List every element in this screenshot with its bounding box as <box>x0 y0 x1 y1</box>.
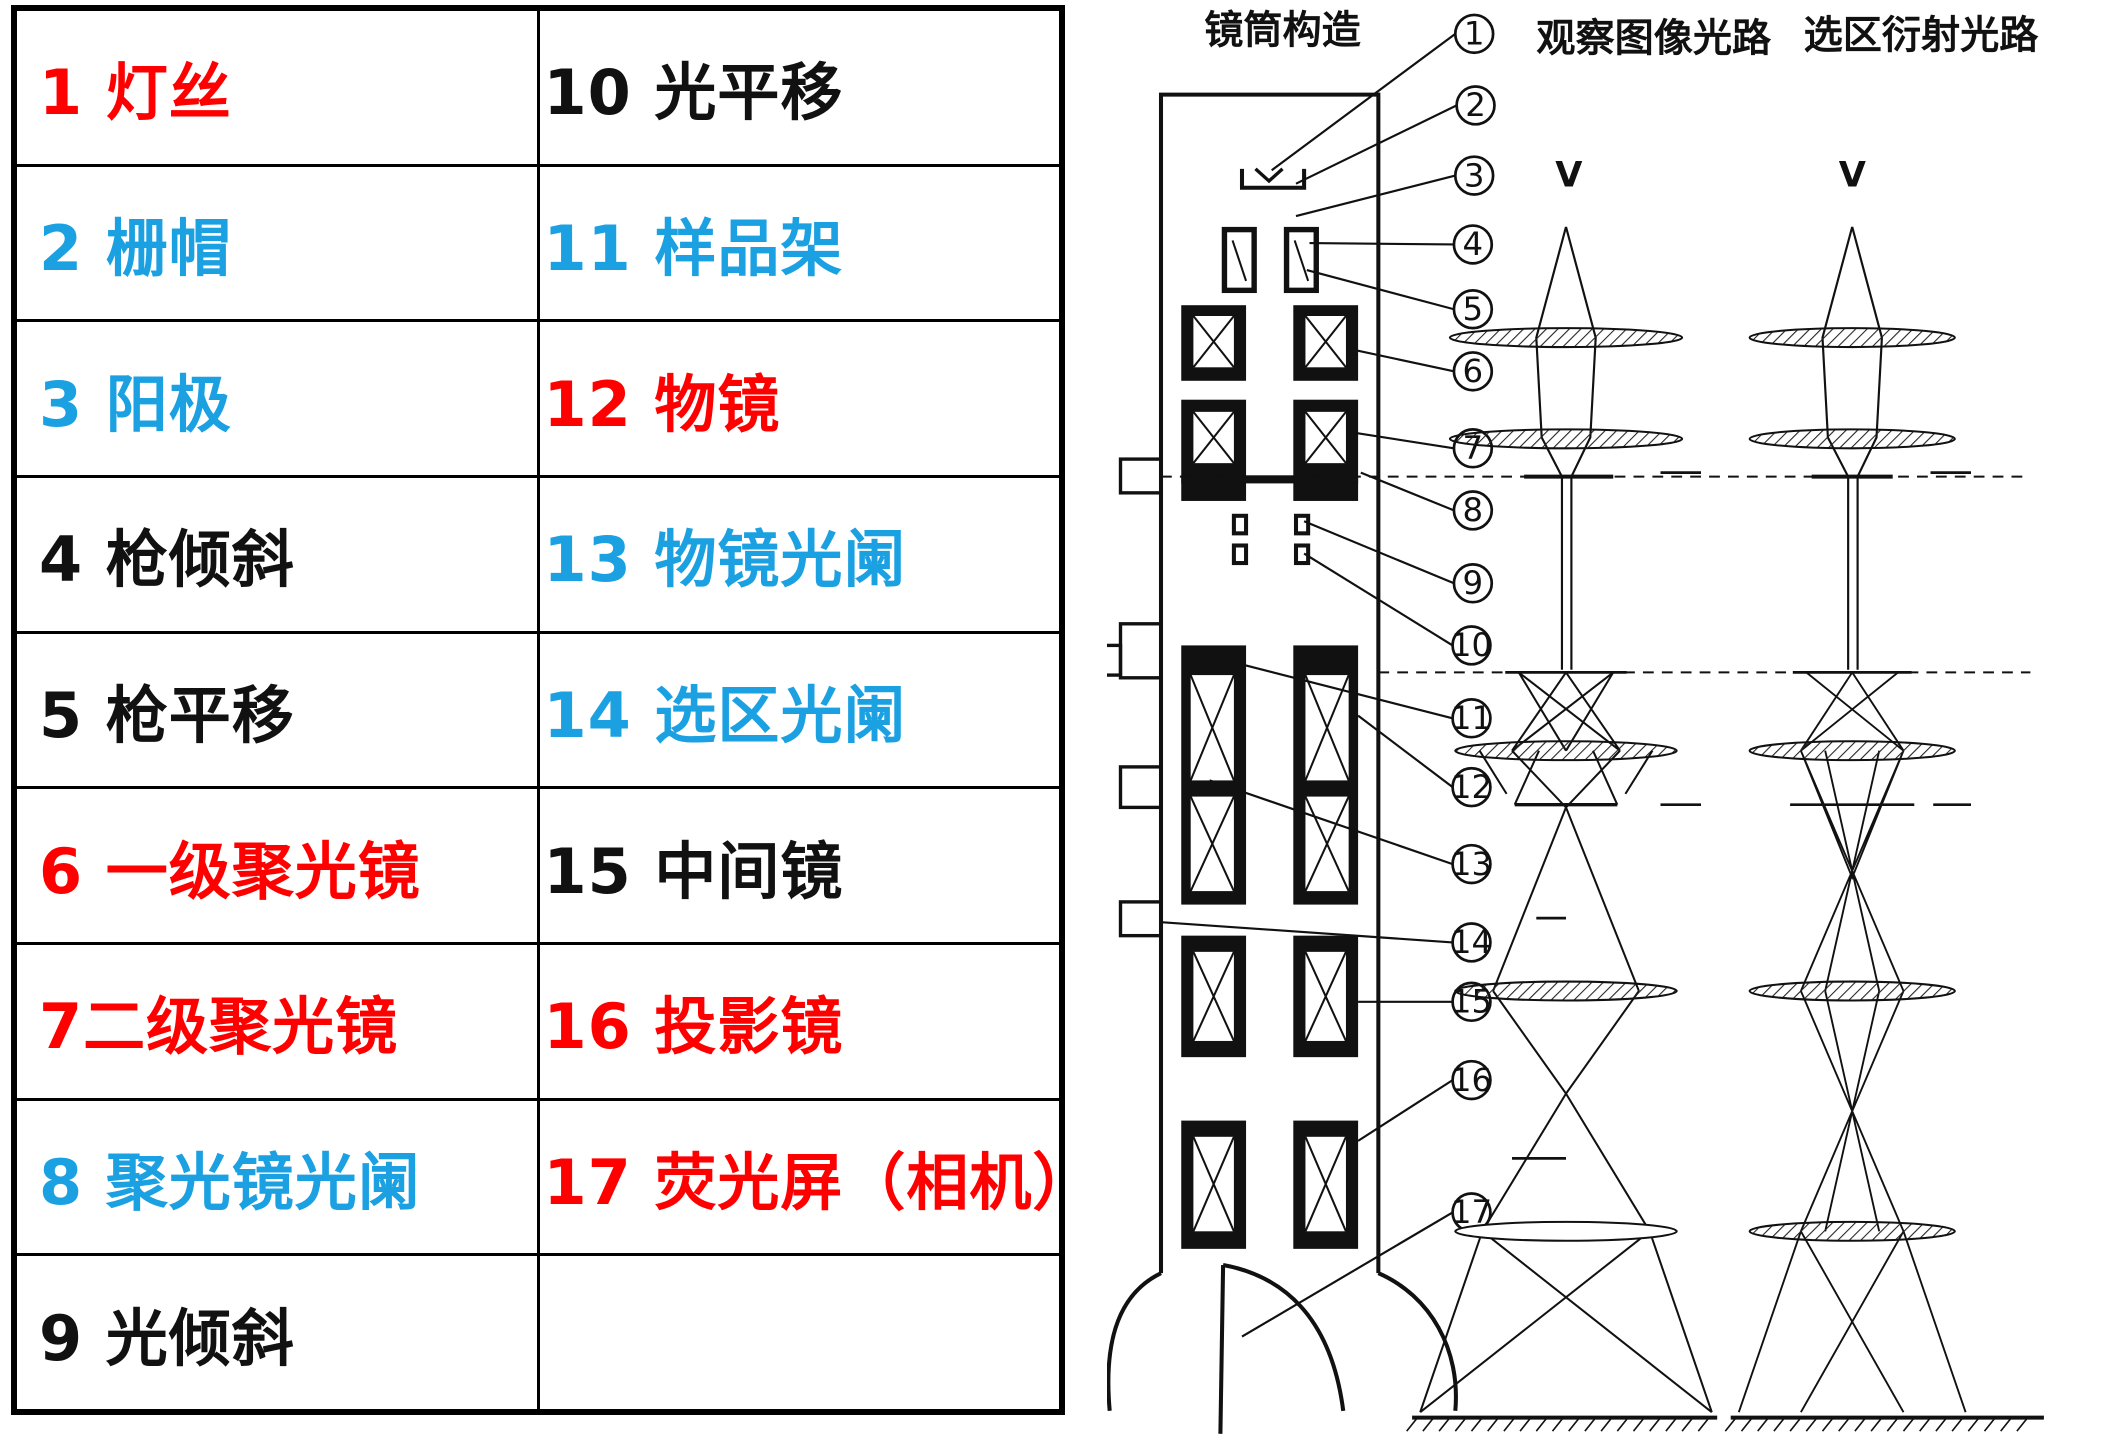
legend-row: 8 聚光镜光阑 17 荧光屏（相机） <box>12 1097 1064 1257</box>
legend-item-8: 8 聚光镜光阑 <box>12 1097 540 1257</box>
page: 1 灯丝 10 光平移 2 栅帽 11 样品架 3 阳极 12 物镜 4 枪倾斜… <box>0 0 2106 1442</box>
callout-number: 5 <box>1463 290 1484 328</box>
legend-item-7: 7二级聚光镜 <box>12 941 540 1101</box>
legend-item-1: 1 灯丝 <box>12 6 540 167</box>
legend-row: 4 枪倾斜 13 物镜光阑 <box>12 474 1064 634</box>
header-diffraction-path: 选区衍射光路 <box>1804 13 2040 59</box>
callout-number: 16 <box>1451 1061 1492 1099</box>
callout-leader-line <box>1360 471 1455 512</box>
legend-row: 3 阳极 12 物镜 <box>12 319 1064 478</box>
callout-number: 4 <box>1463 225 1484 263</box>
legend-item-13: 13 物镜光阑 <box>536 474 1064 634</box>
callout-number: 1 <box>1464 15 1485 53</box>
legend-item-17: 17 荧光屏（相机） <box>536 1097 1064 1257</box>
callout-leader-line <box>1357 714 1454 789</box>
legend-row: 7二级聚光镜 16 投影镜 <box>12 941 1064 1101</box>
callout-number: 12 <box>1451 768 1492 806</box>
gun-label: V <box>1555 154 1582 195</box>
tem-column-diagram: 镜筒构造 观察图像光路 选区衍射光路 123456789101112131415… <box>1107 7 2044 1434</box>
legend-item-6: 6 一级聚光镜 <box>12 786 540 945</box>
legend-item-10: 10 光平移 <box>536 6 1064 167</box>
callout-number: 8 <box>1463 491 1484 529</box>
legend-item-15: 15 中间镜 <box>536 786 1064 945</box>
callout-leader-line <box>1357 1079 1454 1142</box>
callout-leader-line <box>1347 347 1455 373</box>
callout-leader-line <box>1295 104 1458 185</box>
legend-item-3: 3 阳极 <box>12 319 540 478</box>
legend-item-11: 11 样品架 <box>536 163 1064 323</box>
callout-number: 10 <box>1451 626 1492 664</box>
legend-empty-cell <box>536 1253 1064 1414</box>
callout-number: 9 <box>1463 564 1484 602</box>
diffraction-ray-diagram: V <box>1724 154 2044 1432</box>
legend-item-12: 12 物镜 <box>536 319 1064 478</box>
legend-row: 9 光倾斜 <box>12 1253 1064 1414</box>
callout-number: 2 <box>1465 86 1486 124</box>
callout-number: 3 <box>1464 156 1485 194</box>
callout-leader-line <box>1295 174 1456 218</box>
legend-row: 6 一级聚光镜 15 中间镜 <box>12 786 1064 945</box>
legend-item-16: 16 投影镜 <box>536 941 1064 1101</box>
header-imaging-path: 观察图像光路 <box>1536 15 1772 61</box>
legend-item-2: 2 栅帽 <box>12 163 540 323</box>
legend-row: 1 灯丝 10 光平移 <box>12 6 1064 167</box>
callout-number: 11 <box>1451 699 1492 737</box>
legend-item-14: 14 选区光阑 <box>536 630 1064 790</box>
callout-markers: 1234567891011121314151617 <box>1451 13 1496 1233</box>
electron-gun <box>1221 167 1319 294</box>
lens-coils <box>1181 305 1359 1249</box>
legend-item-9: 9 光倾斜 <box>12 1253 540 1414</box>
legend-row: 5 枪平移 14 选区光阑 <box>12 630 1064 790</box>
component-legend-table: 1 灯丝 10 光平移 2 栅帽 11 样品架 3 阳极 12 物镜 4 枪倾斜… <box>11 5 1065 1415</box>
header-column-structure: 镜筒构造 <box>1204 7 1361 53</box>
callout-leader-line <box>1349 431 1455 450</box>
legend-row: 2 栅帽 11 样品架 <box>12 163 1064 323</box>
legend-item-4: 4 枪倾斜 <box>12 474 540 634</box>
callout-number: 6 <box>1463 352 1484 390</box>
gun-label: V <box>1839 154 1866 195</box>
callout-number: 14 <box>1451 923 1492 961</box>
callout-leader-line <box>1309 242 1454 246</box>
legend-item-5: 5 枪平移 <box>12 630 540 790</box>
callout-number: 13 <box>1451 845 1492 883</box>
